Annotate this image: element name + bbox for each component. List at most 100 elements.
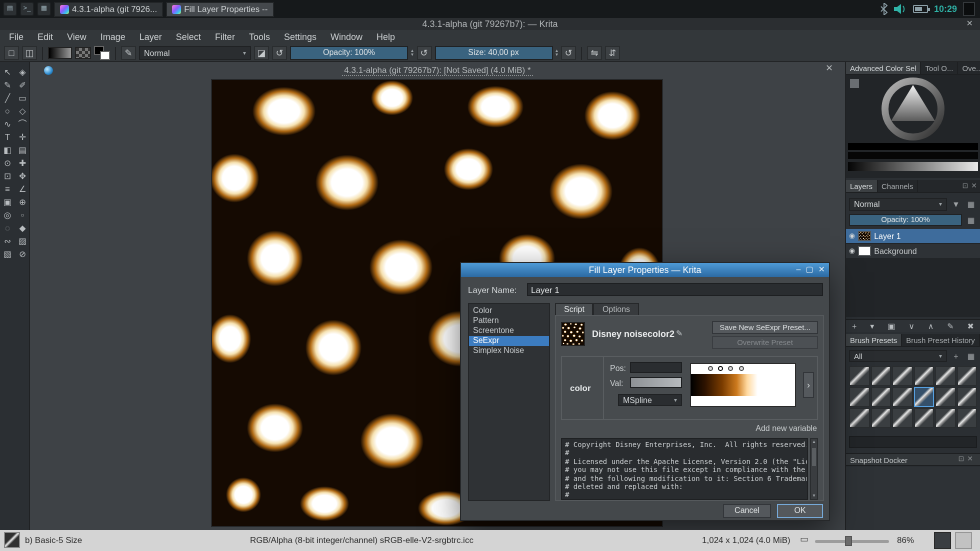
add-layer-dropdown-icon[interactable]: ▾	[870, 322, 874, 331]
brush-preset-thumb[interactable]	[871, 408, 892, 428]
measure-tool[interactable]: ∠	[15, 183, 30, 196]
menu-item[interactable]: Image	[93, 30, 132, 45]
docker-tab[interactable]: Channels	[878, 180, 919, 192]
layer-view-options-icon[interactable]: ▦	[965, 200, 977, 209]
battery-icon[interactable]	[913, 5, 928, 13]
script-editor[interactable]: # Copyright Disney Enterprises, Inc. All…	[561, 438, 808, 500]
ellipse-select-tool[interactable]: ◌	[0, 222, 15, 235]
show-desktop-button[interactable]	[963, 2, 975, 16]
size-spinner[interactable]: ▴▾	[556, 49, 559, 57]
brush-preset-thumb[interactable]	[849, 408, 870, 428]
float-docker-icon[interactable]: ⊡	[958, 453, 964, 466]
scrollbar-thumb[interactable]	[812, 448, 816, 466]
dialog-minimize-button[interactable]: –	[796, 263, 800, 277]
assistants-tool[interactable]: ≡	[0, 183, 15, 196]
file-manager-icon[interactable]: ▦	[37, 2, 51, 16]
polygon-tool[interactable]: ◇	[15, 105, 30, 118]
brush-preset-thumb[interactable]	[871, 387, 892, 407]
generator-item[interactable]: Simplex Noise	[469, 346, 549, 356]
brush-size-slider[interactable]: Size: 40,00 px	[435, 46, 553, 60]
mirror-vertical-button[interactable]: ⇵	[605, 46, 620, 60]
zoom-slider-handle[interactable]	[845, 536, 852, 546]
opacity-spinner[interactable]: ▴▾	[411, 49, 414, 57]
close-docker-icon[interactable]: ✕	[971, 182, 977, 190]
open-document-button[interactable]: ◫	[22, 46, 37, 60]
scroll-down-icon[interactable]: ▾	[811, 493, 817, 499]
edit-preset-icon[interactable]: ✎	[676, 329, 683, 338]
smart-patch-tool[interactable]: ✚	[15, 157, 30, 170]
blend-mode-combobox[interactable]: Normal ▾	[139, 46, 251, 60]
freehand-select-tool[interactable]: ∾	[0, 235, 15, 248]
menu-item[interactable]: Settings	[277, 30, 324, 45]
dialog-maximize-button[interactable]: ▢	[806, 263, 814, 277]
layer-filter-icon[interactable]: ▼	[950, 200, 962, 209]
generator-item[interactable]: Screentone	[469, 326, 549, 336]
transform-tool[interactable]: ◈	[15, 66, 30, 79]
opacity-slider[interactable]: Opacity: 100%	[290, 46, 408, 60]
zoom-tool[interactable]: ◎	[0, 209, 15, 222]
move-tool[interactable]: ✥	[15, 170, 30, 183]
select-shapes-tool[interactable]: ↖	[0, 66, 15, 79]
pan-tool[interactable]: ⊕	[15, 196, 30, 209]
brush-preset-thumb[interactable]	[871, 366, 892, 386]
layer-properties-button[interactable]: ✎	[947, 322, 954, 331]
crop-tool[interactable]: ⊡	[0, 170, 15, 183]
duplicate-layer-button[interactable]: ▣	[888, 322, 896, 331]
brush-preset-thumb[interactable]	[957, 366, 978, 386]
terminal-icon[interactable]: >_	[20, 2, 34, 16]
layer-visibility-icon[interactable]: ◉	[849, 247, 855, 255]
close-docker-icon[interactable]: ✕	[967, 453, 973, 466]
eraser-toggle[interactable]: ◪	[254, 46, 269, 60]
app-menu-icon[interactable]: ▤	[3, 2, 17, 16]
rectangle-tool[interactable]: ▭	[15, 92, 30, 105]
bluetooth-icon[interactable]	[880, 3, 888, 15]
foreground-background-colors[interactable]	[94, 46, 110, 60]
docker-tab[interactable]: Brush Preset History	[902, 334, 980, 346]
value-gradient-strip[interactable]	[848, 162, 978, 171]
layer-name-input[interactable]	[527, 283, 823, 296]
brush-preset-thumb[interactable]	[914, 408, 935, 428]
dialog-close-button[interactable]: ✕	[818, 263, 825, 277]
background-color-swatch[interactable]	[100, 51, 110, 60]
interpolation-combobox[interactable]: MSpline ▾	[618, 394, 682, 406]
brush-preset-thumb[interactable]	[892, 408, 913, 428]
layer-visibility-icon[interactable]: ◉	[849, 232, 855, 240]
freehand-brush-tool[interactable]: ✎	[0, 79, 15, 92]
generator-item[interactable]: Pattern	[469, 316, 549, 326]
menu-item[interactable]: Window	[323, 30, 369, 45]
brush-view-mode-icon[interactable]: ▦	[965, 352, 977, 361]
gradient-stop[interactable]	[728, 366, 733, 371]
brush-preset-thumb[interactable]	[914, 387, 935, 407]
menu-item[interactable]: Help	[370, 30, 403, 45]
pattern-chooser[interactable]	[75, 47, 91, 59]
next-variable-button[interactable]: ›	[803, 372, 814, 398]
progress-settings-button[interactable]	[955, 532, 972, 549]
layer-blend-mode-combobox[interactable]: Normal ▾	[849, 198, 947, 211]
docker-tab[interactable]: Tool O...	[921, 62, 958, 74]
gradient-chooser[interactable]	[48, 47, 72, 59]
brush-preset-thumb[interactable]	[892, 387, 913, 407]
brush-preset-thumb[interactable]	[935, 366, 956, 386]
dynamic-brush-tool[interactable]: ✐	[15, 79, 30, 92]
canvas-only-button[interactable]	[934, 532, 951, 549]
color-sampler-tool[interactable]: ⊙	[0, 157, 15, 170]
document-close-icon[interactable]: ✕	[825, 63, 833, 74]
brush-tag-combobox[interactable]: All ▾	[849, 350, 947, 362]
taskbar-window-button[interactable]: Fill Layer Properties --	[166, 2, 274, 17]
docker-tab[interactable]: Advanced Color Sel	[846, 62, 921, 74]
gradient-ramp[interactable]	[690, 363, 796, 407]
layer-row[interactable]: ◉ Layer 1	[846, 229, 980, 243]
rect-select-tool[interactable]: ▫	[15, 209, 30, 222]
multibrush-tool[interactable]: ✛	[15, 131, 30, 144]
similar-select-tool[interactable]: ▧	[0, 248, 15, 261]
menu-item[interactable]: File	[2, 30, 31, 45]
selection-mode-icon[interactable]: ▭	[800, 534, 809, 545]
docker-tab[interactable]: Layers	[846, 180, 878, 192]
brush-preset-thumb[interactable]	[935, 408, 956, 428]
reload-size-button[interactable]: ↺	[561, 46, 576, 60]
brush-preset-thumb[interactable]	[892, 366, 913, 386]
polygonal-select-tool[interactable]: ◆	[15, 222, 30, 235]
add-tag-icon[interactable]: +	[950, 352, 962, 361]
gradient-stop[interactable]	[708, 366, 713, 371]
add-layer-button[interactable]: +	[852, 322, 857, 331]
